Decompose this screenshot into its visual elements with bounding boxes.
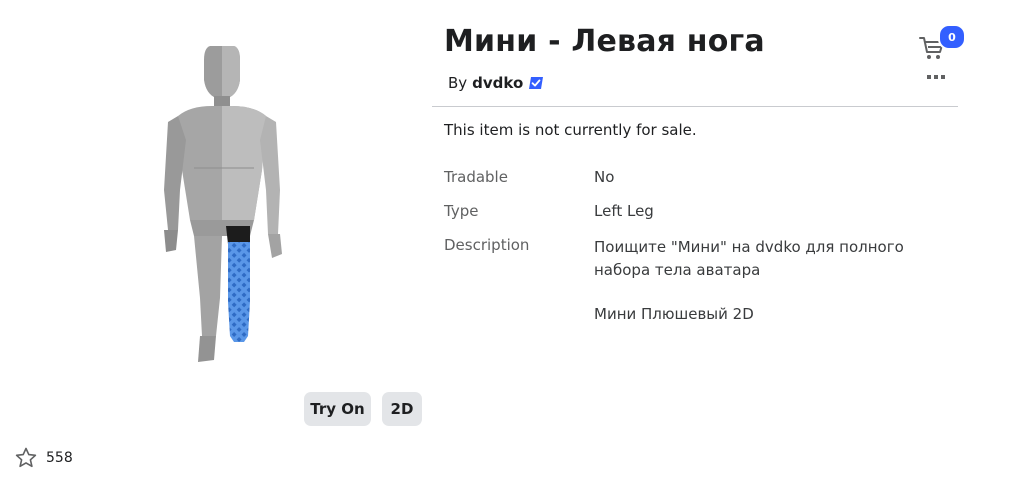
header-divider [432, 106, 958, 107]
more-options-icon[interactable] [924, 70, 948, 84]
avatar-preview [150, 40, 300, 370]
favorite-count: 558 [46, 450, 73, 466]
avatar-figure-image [164, 46, 282, 362]
tradable-value: No [594, 168, 615, 186]
type-label: Type [444, 202, 479, 220]
type-value: Left Leg [594, 202, 654, 220]
description-text: Поищите "Мини" на dvdko для полного набо… [594, 236, 954, 347]
favorite-control[interactable]: 558 [14, 446, 73, 470]
star-outline-icon[interactable] [14, 446, 38, 470]
creator-byline: By dvdko [448, 74, 544, 92]
sale-status: This item is not currently for sale. [444, 121, 697, 139]
view-2d-button[interactable]: 2D [382, 392, 422, 426]
description-label: Description [444, 236, 530, 254]
item-title: Мини - Левая нога [444, 24, 765, 59]
description-paragraph: Поищите "Мини" на dvdko для полного набо… [594, 238, 904, 279]
description-paragraph: Мини Плюшевый 2D [594, 305, 754, 323]
try-on-button[interactable]: Try On [304, 392, 371, 426]
verified-badge-icon [528, 75, 544, 91]
tradable-label: Tradable [444, 168, 508, 186]
by-prefix: By [448, 74, 468, 92]
cart-count-badge: 0 [938, 24, 966, 50]
creator-link[interactable]: dvdko [472, 74, 523, 92]
